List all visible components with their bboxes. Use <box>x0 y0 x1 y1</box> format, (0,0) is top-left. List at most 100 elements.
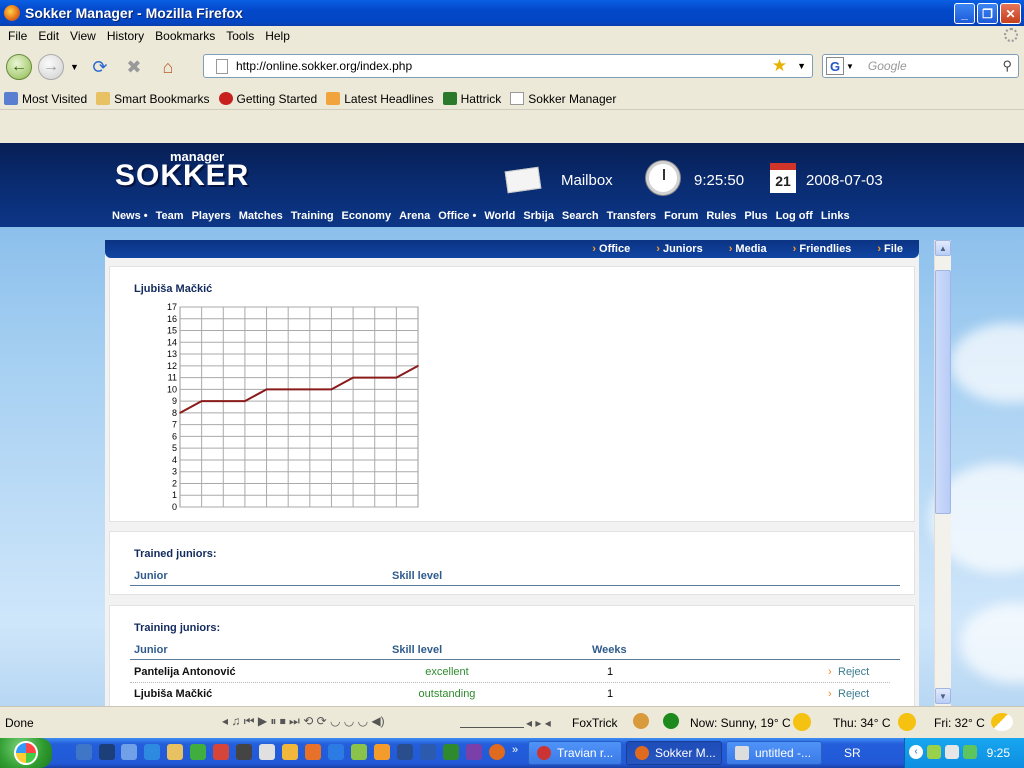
weather-now[interactable]: Now: Sunny, 19° C <box>690 716 791 730</box>
home-icon[interactable]: ⌂ <box>155 54 181 80</box>
task-sokker[interactable]: Sokker M... <box>626 741 722 765</box>
nav-team[interactable]: Team <box>156 210 184 222</box>
photoshop-icon[interactable] <box>99 744 115 760</box>
quicklaunch-icon[interactable] <box>328 744 344 760</box>
quicklaunch-icon[interactable] <box>443 744 459 760</box>
maximize-button[interactable]: ❐ <box>977 3 998 24</box>
mail-envelope-icon[interactable] <box>504 166 542 194</box>
foxtrick-icon[interactable] <box>633 713 649 729</box>
quicklaunch-icon[interactable] <box>121 744 137 760</box>
task-travian[interactable]: Travian r... <box>528 741 622 765</box>
quicklaunch-icon[interactable] <box>213 744 229 760</box>
bookmark-smart-bookmarks[interactable]: Smart Bookmarks <box>96 92 210 106</box>
quicklaunch-icon[interactable] <box>351 744 367 760</box>
quicklaunch-icon[interactable] <box>282 744 298 760</box>
address-bar[interactable]: http://online.sokker.org/index.php ★ ▼ <box>203 54 813 78</box>
menu-file[interactable]: File <box>8 29 27 43</box>
menu-help[interactable]: Help <box>265 29 290 43</box>
quicklaunch-icon[interactable] <box>374 744 390 760</box>
quicklaunch-icon[interactable] <box>190 744 206 760</box>
folder-icon[interactable] <box>167 744 183 760</box>
nav-office[interactable]: Office • <box>438 210 476 222</box>
nav-arena[interactable]: Arena <box>399 210 430 222</box>
minimize-button[interactable]: _ <box>954 3 975 24</box>
nav-matches[interactable]: Matches <box>239 210 283 222</box>
subnav-juniors[interactable]: Juniors <box>656 243 703 255</box>
search-box[interactable]: G ▼ Google ⚲ <box>822 54 1019 78</box>
tray-expand-icon[interactable]: ‹ <box>909 745 923 759</box>
tray-icon[interactable] <box>927 745 941 759</box>
reject-link[interactable]: Reject <box>838 666 869 678</box>
search-placeholder[interactable]: Google <box>868 59 1003 73</box>
task-untitled[interactable]: untitled -... <box>726 741 822 765</box>
scroll-down-button[interactable]: ▼ <box>935 688 951 704</box>
more-icon[interactable]: » <box>512 744 528 760</box>
url-dropdown-icon[interactable]: ▼ <box>797 61 806 71</box>
scroll-up-button[interactable]: ▲ <box>935 240 951 256</box>
nav-players[interactable]: Players <box>192 210 231 222</box>
search-icon[interactable]: ⚲ <box>1002 58 1012 74</box>
scroll-thumb[interactable] <box>935 270 951 514</box>
weather-thu[interactable]: Thu: 34° C <box>833 716 891 730</box>
tray-icon[interactable] <box>963 745 977 759</box>
tray-icon[interactable] <box>945 745 959 759</box>
save-icon[interactable] <box>397 744 413 760</box>
foxtrick-label[interactable]: FoxTrick <box>572 716 618 730</box>
taskbar-clock[interactable]: 9:25 <box>987 746 1010 760</box>
history-dropdown-icon[interactable]: ▼ <box>70 62 79 72</box>
quicklaunch-icon[interactable] <box>236 744 252 760</box>
bookmark-most-visited[interactable]: Most Visited <box>4 92 87 106</box>
url-text[interactable]: http://online.sokker.org/index.php <box>236 59 772 73</box>
menu-edit[interactable]: Edit <box>38 29 59 43</box>
media-controls-icon[interactable]: ◂ ♫ ⏮ ▶ ⏸ ⏹ ⏭ ⟲ ⟳ ◡ ◡ ◡ ◀) <box>222 714 385 729</box>
word-icon[interactable] <box>420 744 436 760</box>
firefox-icon[interactable] <box>489 744 505 760</box>
bookmark-hattrick[interactable]: Hattrick <box>442 92 501 106</box>
junior-name[interactable]: Pantelija Antonović <box>134 666 236 678</box>
status-green-icon[interactable] <box>663 713 679 729</box>
start-button[interactable] <box>0 738 52 768</box>
menu-history[interactable]: History <box>107 29 144 43</box>
ie-icon[interactable] <box>144 744 160 760</box>
reload-icon[interactable]: ⟳ <box>87 54 113 80</box>
weather-fri[interactable]: Fri: 32° C <box>934 716 985 730</box>
nav-plus[interactable]: Plus <box>744 210 767 222</box>
language-indicator[interactable]: SR <box>844 746 861 760</box>
menu-tools[interactable]: Tools <box>226 29 254 43</box>
subnav-media[interactable]: Media <box>729 243 766 255</box>
engine-dropdown-icon[interactable]: ▼ <box>846 62 854 71</box>
nav-news[interactable]: News • <box>112 210 148 222</box>
quicklaunch-icon[interactable] <box>76 744 92 760</box>
menu-view[interactable]: View <box>70 29 96 43</box>
nav-srbija[interactable]: Srbija <box>523 210 554 222</box>
quicklaunch-icon[interactable] <box>466 744 482 760</box>
nav-rules[interactable]: Rules <box>706 210 736 222</box>
bookmark-sokker-manager[interactable]: Sokker Manager <box>510 92 616 106</box>
subnav-file[interactable]: File <box>877 243 903 255</box>
close-button[interactable]: ✕ <box>1000 3 1021 24</box>
mailbox-link[interactable]: Mailbox <box>561 172 613 189</box>
quicklaunch-icon[interactable] <box>259 744 275 760</box>
subnav-office[interactable]: Office <box>592 243 630 255</box>
nav-forum[interactable]: Forum <box>664 210 698 222</box>
bookmark-latest-headlines[interactable]: Latest Headlines <box>326 92 434 106</box>
subnav-friendlies[interactable]: Friendlies <box>793 243 851 255</box>
nav-links[interactable]: Links <box>821 210 850 222</box>
stop-icon[interactable]: ✖ <box>121 54 147 80</box>
bookmark-getting-started[interactable]: Getting Started <box>218 92 317 106</box>
volume-slider[interactable] <box>460 714 524 728</box>
vertical-scrollbar[interactable]: ▲ ▼ <box>934 240 951 706</box>
junior-name[interactable]: Ljubiša Mačkić <box>134 688 212 700</box>
nav-transfers[interactable]: Transfers <box>607 210 657 222</box>
nav-economy[interactable]: Economy <box>342 210 392 222</box>
nav-search[interactable]: Search <box>562 210 599 222</box>
google-engine-icon[interactable]: G <box>826 57 844 75</box>
bookmark-star-icon[interactable]: ★ <box>772 56 787 76</box>
nav-world[interactable]: World <box>484 210 515 222</box>
forward-button[interactable]: → <box>38 54 64 80</box>
nav-logoff[interactable]: Log off <box>776 210 813 222</box>
menu-bookmarks[interactable]: Bookmarks <box>155 29 215 43</box>
quicklaunch-icon[interactable] <box>305 744 321 760</box>
status-arrows-icon[interactable]: ◂ ▸ ◂ <box>526 716 551 730</box>
nav-training[interactable]: Training <box>291 210 334 222</box>
